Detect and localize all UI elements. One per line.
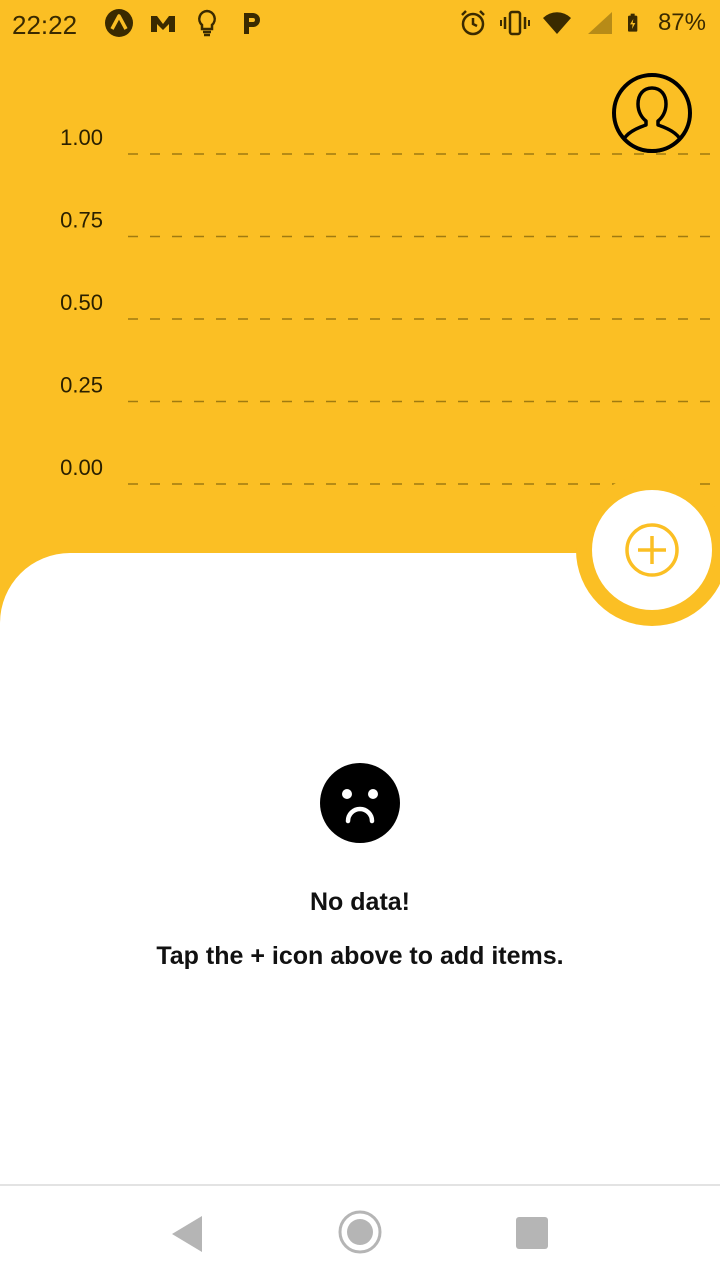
battery-percentage: 87% [657,9,706,36]
home-icon[interactable] [338,1210,382,1254]
status-system-icons: 87% [458,8,706,38]
app-a-icon [105,9,133,37]
y-tick-label: 0.00 [60,455,103,480]
y-tick-label: 0.25 [60,373,103,398]
y-tick-label: 1.00 [60,125,103,150]
y-tick-label: 0.75 [60,208,103,233]
chart-svg: 1.00 0.75 0.50 0.25 0.00 [60,125,712,485]
profile-button[interactable] [611,72,693,154]
navigation-bar [0,1184,720,1280]
app-p-icon [244,13,260,34]
recents-icon[interactable] [516,1217,548,1249]
lightbulb-icon [198,9,216,37]
wifi-icon [542,12,571,34]
y-tick-label: 0.50 [60,290,103,315]
alarm-icon [461,10,485,36]
battery-charging-icon [627,13,638,32]
back-icon[interactable] [170,1214,204,1254]
add-button[interactable] [592,490,712,610]
vibrate-icon [499,10,530,36]
profile-icon[interactable] [612,73,692,153]
status-time: 22:22 [12,10,78,40]
empty-state-subtitle: Tap the + icon above to add items. [156,942,564,970]
signal-icon [587,12,612,34]
add-circle-icon[interactable] [624,522,680,578]
app-m-icon [151,16,175,32]
chart: 1.00 0.75 0.50 0.25 0.00 [0,110,720,500]
status-bar: 22:22 87% [0,0,720,52]
content-panel [0,553,720,1185]
empty-state-title: No data! [310,888,410,916]
status-notification-icons [104,8,266,38]
sad-face-icon [320,763,400,843]
